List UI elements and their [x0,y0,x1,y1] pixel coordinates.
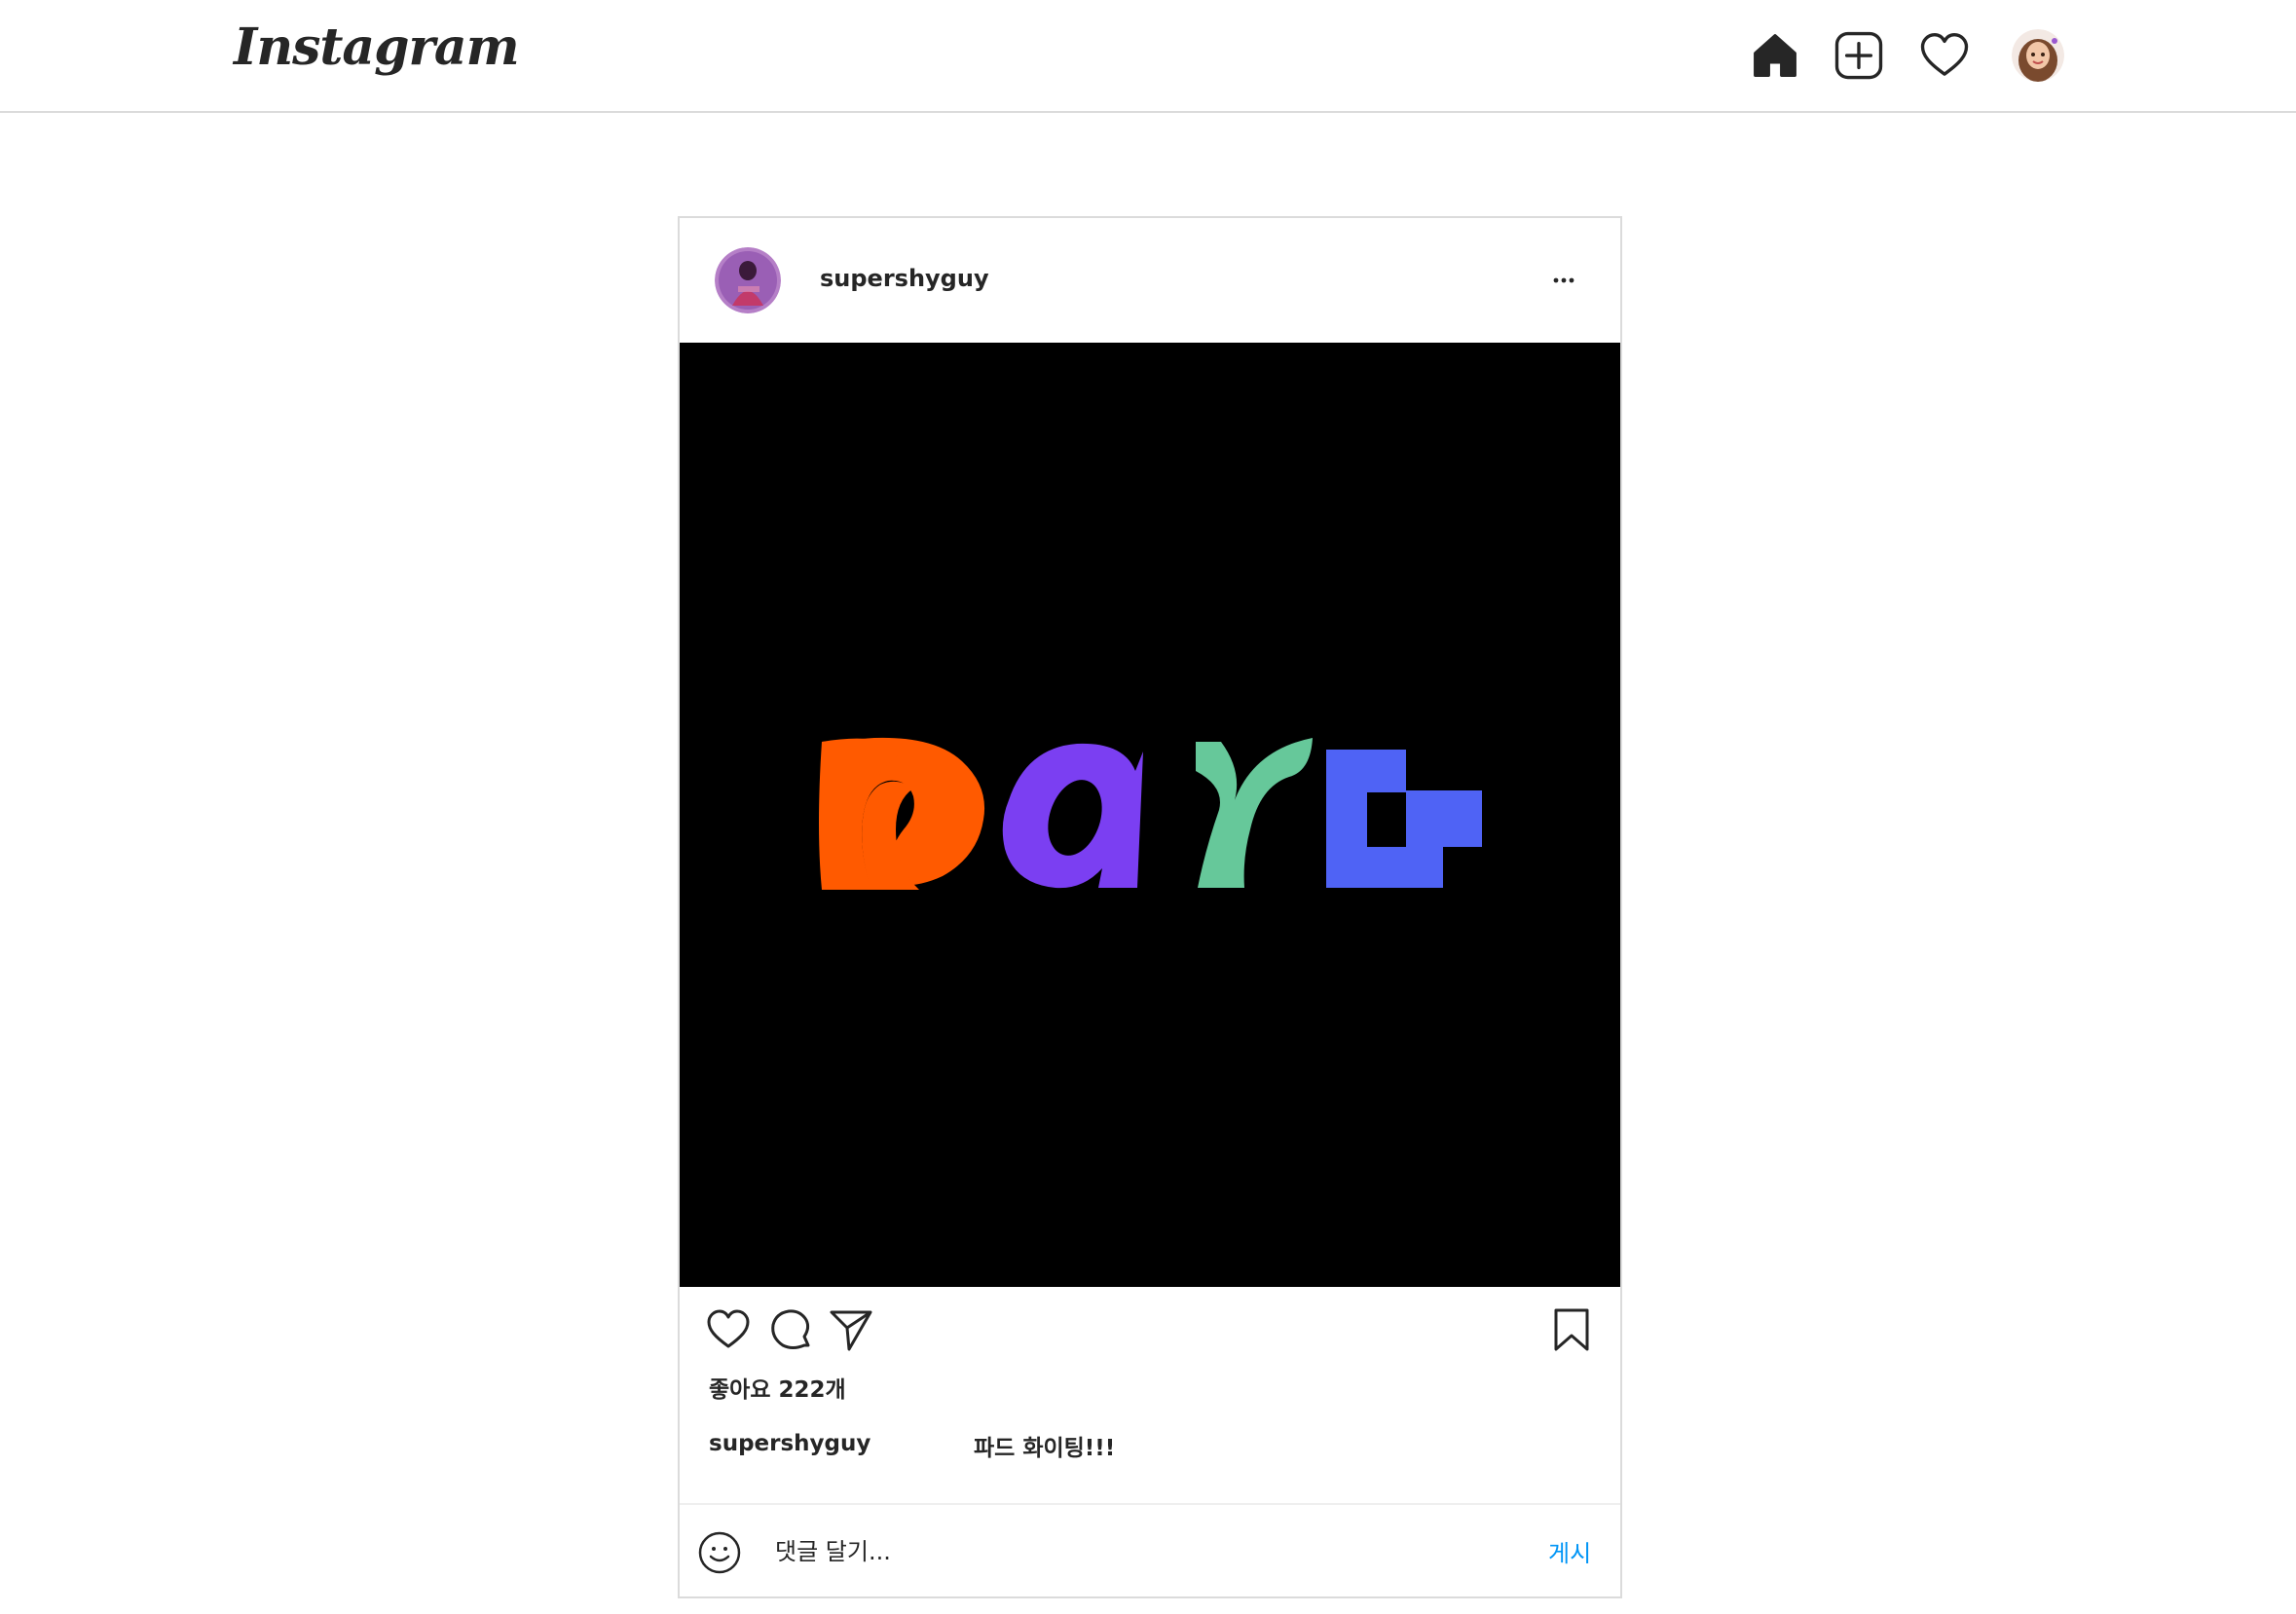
like-heart-icon[interactable] [705,1306,752,1353]
more-options-icon[interactable] [1546,263,1581,298]
home-icon[interactable] [1749,29,1801,82]
caption-username[interactable]: supershyguy [709,1431,870,1456]
activity-heart-icon[interactable] [1918,29,1971,82]
comment-bubble-icon[interactable] [767,1306,814,1353]
post-comment-button[interactable]: 게시 [1548,1534,1591,1568]
share-send-icon[interactable] [828,1306,874,1353]
post-author-username[interactable]: supershyguy [820,265,989,292]
caption-text: 파드 화이팅!!! [974,1436,1116,1461]
new-post-icon[interactable] [1833,29,1885,82]
save-bookmark-icon[interactable] [1548,1306,1595,1353]
post-header: supershyguy [680,218,1620,343]
comment-input[interactable] [775,1528,1515,1575]
comment-bar: 게시 [680,1503,1620,1598]
post-actions [680,1293,1620,1361]
like-count[interactable]: 좋아요 222개 [709,1371,846,1404]
emoji-smiley-icon[interactable] [697,1530,742,1575]
post-image[interactable] [680,343,1620,1287]
feed-post: supershyguy 좋아요 222개 supershyguy 파드 화이팅!… [678,216,1622,1598]
instagram-logo[interactable]: Instagram [234,18,520,77]
top-navigation-bar: Instagram [0,0,2296,113]
post-author-avatar[interactable] [715,247,781,313]
profile-avatar[interactable] [2012,29,2064,82]
